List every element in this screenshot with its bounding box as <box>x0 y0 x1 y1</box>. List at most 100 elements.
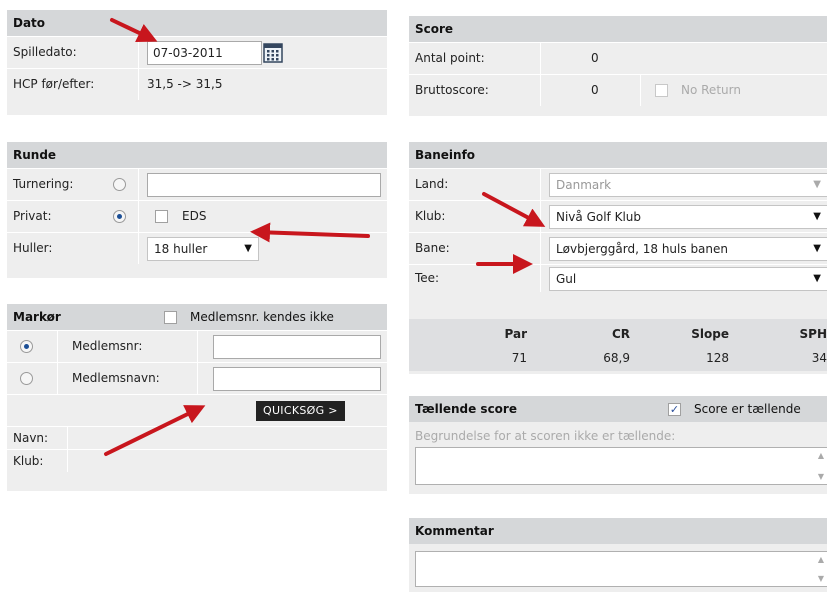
medlemsnr-radio[interactable] <box>20 340 33 353</box>
kommentar-panel: Kommentar ▲ ▼ <box>409 518 827 592</box>
markor-klub-label: Klub: <box>13 454 44 468</box>
navn-row: Navn: <box>7 426 387 449</box>
land-row: Land: Danmark ▼ <box>409 168 827 200</box>
spilledato-input[interactable]: 07-03-2011 <box>147 41 262 65</box>
column-divider <box>57 363 58 394</box>
chevron-down-icon: ▼ <box>813 243 821 254</box>
markor-klub-row: Klub: <box>7 449 387 472</box>
chevron-down-icon: ▼ <box>813 211 821 222</box>
dato-panel: Dato Spilledato: 07-03-2011 HCP før/efte… <box>7 10 387 115</box>
kommentar-textarea[interactable]: ▲ ▼ <box>415 551 827 587</box>
baneinfo-panel: Baneinfo Land: Danmark ▼ Klub: Nivå Golf… <box>409 142 827 374</box>
sph-value: 34 <box>811 351 827 365</box>
scroll-down-icon[interactable]: ▼ <box>818 472 824 481</box>
bane-row: Bane: Løvbjerggård, 18 huls banen ▼ <box>409 232 827 264</box>
chevron-down-icon: ▼ <box>244 243 252 254</box>
land-select[interactable]: Danmark ▼ <box>549 173 827 197</box>
score-header: Score <box>409 16 827 42</box>
course-rating-table: Par CR Slope SPH 71 68,9 128 34 <box>409 319 827 371</box>
privat-row: Privat: EDS <box>7 200 387 232</box>
bane-label: Bane: <box>415 241 450 255</box>
no-return-checkbox[interactable] <box>655 84 668 97</box>
huller-row: Huller: 18 huller ▼ <box>7 232 387 264</box>
column-divider <box>67 450 68 472</box>
baneinfo-header: Baneinfo <box>409 142 827 168</box>
bane-select[interactable]: Løvbjerggård, 18 huls banen ▼ <box>549 237 827 261</box>
taellende-header: Tællende score ✓ Score er tællende <box>409 396 827 422</box>
hcp-value: 31,5 -> 31,5 <box>147 77 223 91</box>
quicksearch-button[interactable]: QUICKSØG > <box>256 401 345 421</box>
column-divider <box>57 331 58 362</box>
chevron-down-icon: ▼ <box>813 179 821 190</box>
markor-panel: Markør Medlemsnr. kendes ikke Medlemsnr:… <box>7 304 387 491</box>
turnering-label: Turnering: <box>13 177 74 191</box>
medlemsnavn-input[interactable] <box>213 367 381 391</box>
huller-label: Huller: <box>13 241 53 255</box>
medlemsnr-input[interactable] <box>213 335 381 359</box>
column-divider <box>540 43 541 74</box>
taellende-panel: Tællende score ✓ Score er tællende Begru… <box>409 396 827 494</box>
hcp-label: HCP før/efter: <box>13 77 95 91</box>
bane-select-value: Løvbjerggård, 18 huls banen <box>556 242 729 256</box>
bruttoscore-row: Bruttoscore: 0 No Return <box>409 74 827 106</box>
score-panel: Score Antal point: 0 Bruttoscore: 0 No R… <box>409 16 827 116</box>
tee-row: Tee: Gul ▼ <box>409 264 827 292</box>
antal-point-label: Antal point: <box>415 51 485 65</box>
column-divider <box>67 427 68 449</box>
column-divider <box>138 37 139 68</box>
navn-label: Navn: <box>13 431 49 445</box>
spilledato-row: Spilledato: 07-03-2011 <box>7 36 387 68</box>
turnering-row: Turnering: <box>7 168 387 200</box>
score-taellende-checkbox[interactable]: ✓ <box>668 403 681 416</box>
medlemsnavn-row: Medlemsnavn: <box>7 362 387 394</box>
chevron-down-icon: ▼ <box>813 273 821 284</box>
tee-select[interactable]: Gul ▼ <box>549 267 827 291</box>
medlemsnr-label: Medlemsnr: <box>72 339 143 353</box>
klub-select[interactable]: Nivå Golf Klub ▼ <box>549 205 827 229</box>
runde-panel: Runde Turnering: Privat: EDS Huller: 18 … <box>7 142 387 278</box>
column-divider <box>138 169 139 200</box>
reason-textarea[interactable]: ▲ ▼ <box>415 447 827 485</box>
scroll-down-icon[interactable]: ▼ <box>818 574 824 583</box>
turnering-radio[interactable] <box>113 178 126 191</box>
huller-select-value: 18 huller <box>154 242 208 256</box>
hcp-row: HCP før/efter: 31,5 -> 31,5 <box>7 68 387 100</box>
bruttoscore-label: Bruttoscore: <box>415 83 489 97</box>
calendar-icon[interactable] <box>262 41 284 65</box>
column-divider <box>197 363 198 394</box>
medlemsnr-row: Medlemsnr: <box>7 330 387 362</box>
column-divider <box>138 69 139 100</box>
markor-title: Markør <box>13 310 61 324</box>
privat-radio[interactable] <box>113 210 126 223</box>
score-taellende-label: Score er tællende <box>694 402 801 416</box>
bruttoscore-value: 0 <box>591 83 599 97</box>
antal-point-value: 0 <box>591 51 599 65</box>
eds-checkbox[interactable] <box>155 210 168 223</box>
column-divider <box>197 331 198 362</box>
reason-label: Begrundelse for at scoren ikke er tællen… <box>415 429 676 443</box>
markor-header: Markør Medlemsnr. kendes ikke <box>7 304 387 330</box>
runde-header: Runde <box>7 142 387 168</box>
land-select-value: Danmark <box>556 178 612 192</box>
par-value: 71 <box>511 351 527 365</box>
quicksearch-row: QUICKSØG > <box>7 394 387 426</box>
slope-value: 128 <box>706 351 729 365</box>
column-divider <box>138 201 139 232</box>
column-divider <box>138 233 139 264</box>
antal-point-row: Antal point: 0 <box>409 42 827 74</box>
medlemsnavn-label: Medlemsnavn: <box>72 371 160 385</box>
klub-select-value: Nivå Golf Klub <box>556 210 642 224</box>
kommentar-header: Kommentar <box>409 518 827 544</box>
tee-select-value: Gul <box>556 272 577 286</box>
scroll-up-icon[interactable]: ▲ <box>818 451 824 460</box>
turnering-input[interactable] <box>147 173 381 197</box>
medlemsnr-unknown-label: Medlemsnr. kendes ikke <box>190 310 334 324</box>
cr-value: 68,9 <box>603 351 630 365</box>
medlemsnavn-radio[interactable] <box>20 372 33 385</box>
huller-select[interactable]: 18 huller ▼ <box>147 237 259 261</box>
medlemsnr-unknown-checkbox[interactable] <box>164 311 177 324</box>
scroll-up-icon[interactable]: ▲ <box>818 555 824 564</box>
column-divider <box>540 75 541 106</box>
column-divider <box>540 233 541 264</box>
column-divider <box>640 75 641 106</box>
